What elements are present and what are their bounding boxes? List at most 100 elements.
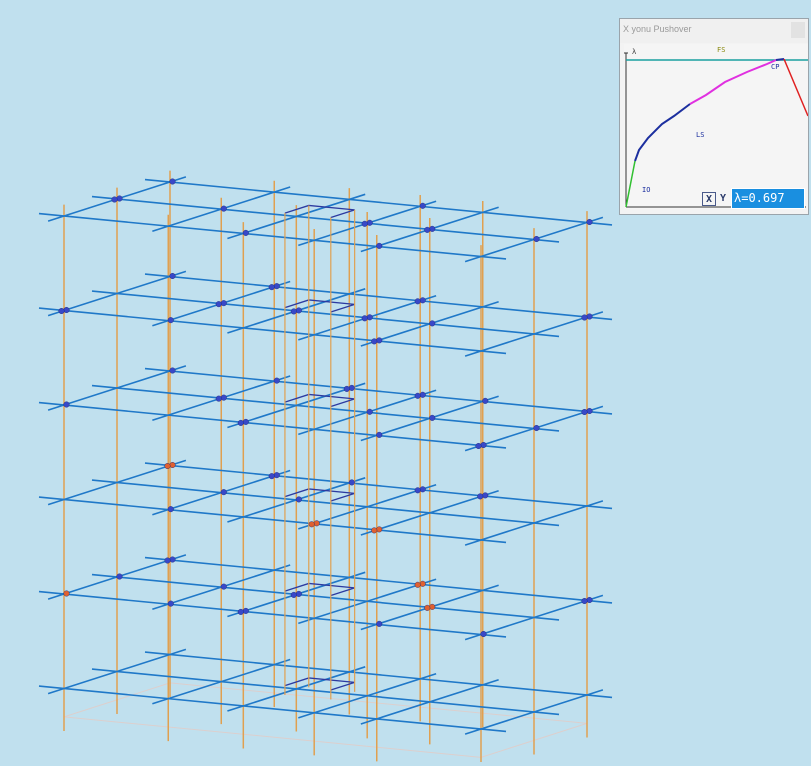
plastic-hinge-marker [414,298,421,305]
plastic-hinge-marker [533,425,540,432]
plastic-hinge-marker [164,463,171,470]
plastic-hinge-marker [348,479,355,486]
cp-label: CP [771,63,780,71]
plastic-hinge-marker [242,229,249,236]
plastic-hinge-marker [419,297,426,304]
beam-line [91,384,560,432]
y-direction-button[interactable]: Y [717,192,729,206]
plastic-hinge-marker [63,590,70,597]
plastic-hinge-marker [273,472,280,479]
plastic-hinge-marker [414,581,421,588]
plastic-hinge-marker [419,486,426,493]
beam-line [91,479,560,527]
beam-line [91,573,560,621]
plastic-hinge-marker [220,300,227,307]
pushover-curve-plot [624,52,808,208]
plastic-hinge-marker [348,384,355,391]
plastic-hinge-marker [220,583,227,590]
plastic-hinge-marker [429,320,436,327]
pushover-curve-window[interactable]: X yonu Pushover λ FS CP LS IO X Y λ=0.69… [619,18,809,215]
fs-label: FS [717,46,726,54]
plastic-hinge-marker [169,462,176,469]
plastic-hinge-marker [169,273,176,280]
beam-line [144,651,613,699]
plastic-hinge-marker [376,526,383,533]
beam-line [144,462,613,510]
plastic-hinge-marker [376,242,383,249]
beam-line [38,590,507,638]
plastic-hinge-marker [480,442,487,449]
window-control-button[interactable] [791,22,805,38]
plastic-hinge-marker [308,521,315,528]
plastic-hinge-marker [424,226,431,233]
plastic-hinge-marker [419,580,426,587]
plastic-hinge-marker [273,283,280,290]
plastic-hinge-marker [414,487,421,494]
plastic-hinge-marker [242,418,249,425]
plastic-hinge-marker [361,315,368,322]
plastic-hinge-marker [371,338,378,345]
y-axis-label: λ [632,48,637,56]
plastic-hinge-marker [366,314,373,321]
collapse-segment [783,58,808,117]
plastic-hinge-marker [313,520,320,527]
plastic-hinge-marker [295,590,302,597]
plastic-hinge-marker [169,556,176,563]
beam-line [38,307,507,355]
plastic-hinge-marker [167,600,174,607]
plastic-hinge-marker [268,284,275,291]
plastic-hinge-marker [290,591,297,598]
ls-label: LS [696,131,705,139]
lambda-readout: λ=0.697 [731,188,805,209]
plastic-hinge-marker [361,220,368,227]
plastic-hinge-marker [273,377,280,384]
plastic-hinge-marker [366,219,373,226]
plastic-hinge-marker [58,308,65,315]
plastic-hinge-marker [268,473,275,480]
plastic-hinge-marker [371,527,378,534]
plastic-hinge-marker [533,235,540,242]
plastic-hinge-marker [169,367,176,374]
plastic-hinge-marker [220,205,227,212]
plastic-hinge-marker [586,597,593,604]
plastic-hinge-marker [477,493,484,500]
plastic-hinge-marker [167,317,174,324]
beam-line [144,178,613,226]
plastic-hinge-marker [414,392,421,399]
plastic-hinge-marker [295,307,302,314]
plastic-hinge-marker [480,631,487,638]
beam-line [91,195,560,243]
plastic-hinge-marker [586,313,593,320]
plastic-hinge-marker [169,178,176,185]
plastic-hinge-marker [482,492,489,499]
beam-line [38,401,507,449]
plastic-hinge-marker [366,408,373,415]
io-segment [625,160,636,208]
beam-line [144,273,613,321]
beam-line [144,367,613,415]
plastic-hinge-marker [220,489,227,496]
pushover-curve-panel: λ FS CP LS IO X Y λ=0.697 [624,44,808,209]
plastic-hinge-marker [419,202,426,209]
plastic-hinge-marker [295,496,302,503]
plastic-hinge-marker [63,401,70,408]
cp-segment [689,59,777,105]
plastic-hinge-marker [167,506,174,513]
plastic-hinge-marker [581,409,588,416]
plastic-hinge-marker [116,573,123,580]
plastic-hinge-marker [237,419,244,426]
plastic-hinge-marker [581,314,588,321]
beam-line [91,290,560,338]
plastic-hinge-marker [290,308,297,315]
plastic-hinge-marker [116,195,123,202]
plastic-hinge-marker [242,607,249,614]
x-direction-button[interactable]: X [702,192,716,206]
plastic-hinge-marker [376,337,383,344]
peak-segment [775,58,785,61]
plastic-hinge-marker [220,394,227,401]
plastic-hinge-marker [376,620,383,627]
plastic-hinge-marker [376,431,383,438]
plastic-hinge-marker [586,218,593,225]
window-titlebar[interactable]: X yonu Pushover [620,19,808,43]
window-title: X yonu Pushover [623,24,692,34]
